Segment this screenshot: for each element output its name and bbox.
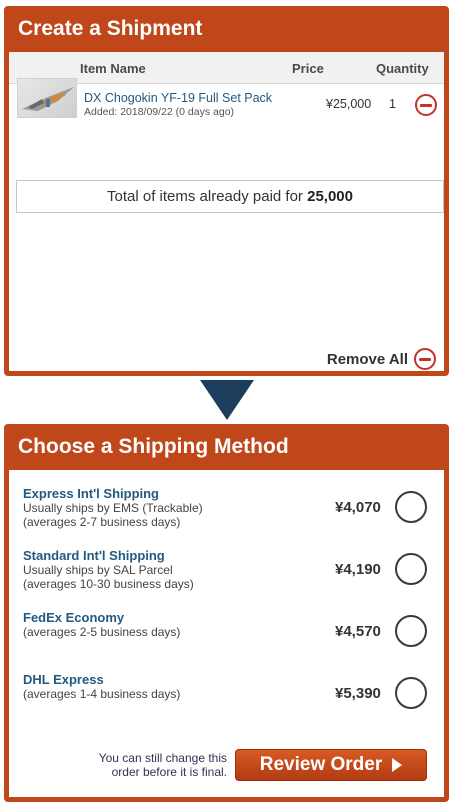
shipping-radio[interactable]	[395, 677, 427, 709]
panel-title: Choose a Shipping Method	[18, 435, 289, 458]
review-order-label: Review Order	[259, 754, 383, 775]
shipping-method-panel: Choose a Shipping Method Express Int'l S…	[4, 424, 449, 802]
shipping-desc-line: Usually ships by SAL Parcel	[23, 563, 173, 577]
footnote-line: You can still change this	[98, 751, 227, 765]
remove-item-icon[interactable]	[415, 94, 437, 116]
shipping-option-desc: (averages 2-5 business days)	[23, 625, 180, 639]
shipping-option-name: FedEx Economy	[23, 610, 125, 625]
footnote-line: order before it is final.	[111, 765, 227, 779]
shipping-option-desc: (averages 1-4 business days)	[23, 687, 180, 701]
item-added-date: Added: 2018/09/22 (0 days ago)	[84, 106, 235, 118]
shipping-radio[interactable]	[395, 491, 427, 523]
shipping-option-name: Express Int'l Shipping	[23, 486, 159, 501]
shipping-radio[interactable]	[395, 553, 427, 585]
shipment-content: Item Name Price Quantity DX Chogokin YF-…	[9, 52, 444, 371]
arrow-down-icon	[200, 380, 254, 420]
shipping-option-price: ¥5,390	[335, 685, 381, 702]
table-row: DX Chogokin YF-19 Full Set Pack Added: 2…	[9, 52, 444, 152]
play-icon	[392, 758, 403, 772]
item-quantity: 1	[389, 97, 396, 111]
item-price: ¥25,000	[326, 97, 372, 111]
shipping-option-price: ¥4,570	[335, 623, 381, 640]
panel-title: Create a Shipment	[18, 17, 203, 40]
create-shipment-panel: Create a Shipment Item Name Price Quanti…	[4, 6, 449, 376]
shipping-option-dhl[interactable]: DHL Express (averages 1-4 business days)…	[9, 672, 444, 734]
shipping-option-desc: Usually ships by SAL Parcel (averages 10…	[23, 563, 194, 591]
order-footnote: You can still change this order before i…	[69, 751, 227, 779]
total-label: Total of items already paid for	[107, 188, 303, 205]
remove-all-label: Remove All	[326, 350, 408, 368]
shipping-option-name: DHL Express	[23, 672, 104, 687]
shipping-option-price: ¥4,190	[335, 561, 381, 578]
shipping-content: Express Int'l Shipping Usually ships by …	[9, 470, 444, 797]
shipping-desc-line: (averages 10-30 business days)	[23, 577, 194, 591]
total-paid-box: Total of items already paid for 25,000	[16, 180, 444, 213]
shipping-radio[interactable]	[395, 615, 427, 647]
item-name-link[interactable]: DX Chogokin YF-19 Full Set Pack	[84, 91, 272, 105]
shipping-option-fedex[interactable]: FedEx Economy (averages 2-5 business day…	[9, 610, 444, 672]
shipping-desc-line: (averages 1-4 business days)	[23, 687, 181, 701]
total-value: 25,000	[307, 188, 353, 205]
item-thumbnail[interactable]	[17, 78, 77, 118]
shipping-desc-line: (averages 2-5 business days)	[23, 625, 181, 639]
review-order-button[interactable]: Review Order	[235, 749, 427, 781]
shipping-option-price: ¥4,070	[335, 499, 381, 516]
shipping-option-standard[interactable]: Standard Int'l Shipping Usually ships by…	[9, 548, 444, 610]
remove-all-button[interactable]: Remove All	[327, 348, 436, 370]
shipping-desc-line: Usually ships by EMS (Trackable)	[23, 501, 203, 515]
shipping-option-name: Standard Int'l Shipping	[23, 548, 165, 563]
minus-circle-icon	[414, 348, 436, 370]
shipping-desc-line: (averages 2-7 business days)	[23, 515, 181, 529]
shipping-option-express[interactable]: Express Int'l Shipping Usually ships by …	[9, 486, 444, 548]
shipping-option-desc: Usually ships by EMS (Trackable) (averag…	[23, 501, 203, 529]
